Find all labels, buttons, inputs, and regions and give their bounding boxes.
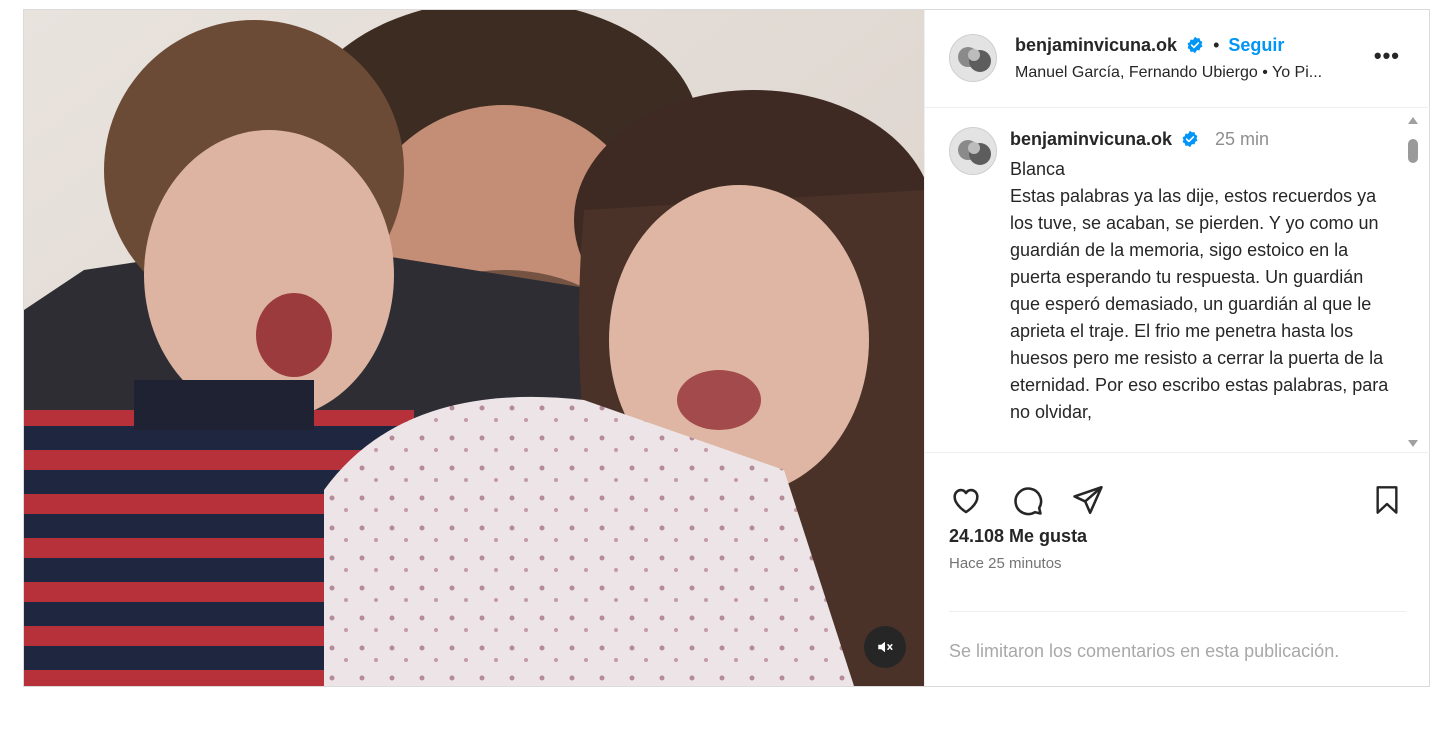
more-options-icon[interactable]: ••• — [1374, 45, 1400, 67]
verified-badge-icon — [1187, 36, 1203, 54]
caption-body: Blanca Estas palabras ya las dije, estos… — [1010, 156, 1390, 426]
send-icon[interactable] — [1071, 483, 1105, 517]
likes-count[interactable]: 24.108 Me gusta — [949, 526, 1087, 547]
avatar[interactable] — [949, 34, 997, 82]
caption-author-row: benjaminvicuna.ok 25 min — [1010, 129, 1269, 150]
comment-icon[interactable] — [1010, 483, 1044, 517]
post-video[interactable] — [24, 10, 924, 686]
caption-username-link[interactable]: benjaminvicuna.ok — [1010, 129, 1172, 149]
post-actions: 24.108 Me gusta Hace 25 minutos Se limit… — [925, 452, 1430, 686]
heart-icon[interactable] — [949, 483, 983, 517]
caption-scrollbar[interactable] — [1406, 117, 1420, 447]
instagram-post: benjaminvicuna.ok • Seguir Manuel García… — [23, 9, 1430, 687]
video-frame-image — [24, 10, 924, 686]
header-title-row: benjaminvicuna.ok • Seguir — [1015, 35, 1284, 56]
divider — [949, 611, 1406, 612]
avatar-image — [950, 128, 996, 174]
avatar-image — [950, 35, 996, 81]
post-header: benjaminvicuna.ok • Seguir Manuel García… — [925, 10, 1430, 108]
caption-title: Blanca — [1010, 159, 1066, 179]
post-timestamp[interactable]: Hace 25 minutos — [949, 555, 1062, 572]
scroll-up-arrow-icon[interactable] — [1408, 117, 1418, 124]
caption-text: Estas palabras ya las dije, estos recuer… — [1010, 186, 1389, 422]
scrollbar-thumb[interactable] — [1408, 139, 1418, 163]
speaker-muted-icon — [878, 641, 893, 653]
bookmark-icon[interactable] — [1371, 483, 1403, 517]
username-link[interactable]: benjaminvicuna.ok — [1015, 35, 1177, 55]
post-sidebar: benjaminvicuna.ok • Seguir Manuel García… — [924, 10, 1430, 686]
mute-button[interactable] — [864, 626, 906, 668]
scroll-down-arrow-icon[interactable] — [1408, 440, 1418, 447]
comments-limited-notice: Se limitaron los comentarios en esta pub… — [949, 641, 1340, 661]
caption-scroll-area[interactable]: benjaminvicuna.ok 25 min Blanca Estas pa… — [925, 109, 1430, 452]
audio-attribution[interactable]: Manuel García, Fernando Ubiergo • Yo Pi.… — [1015, 64, 1322, 82]
separator-dot: • — [1213, 35, 1220, 55]
verified-badge-icon — [1182, 130, 1197, 148]
caption-avatar[interactable] — [949, 127, 997, 175]
follow-button[interactable]: Seguir — [1228, 35, 1284, 55]
caption-timestamp[interactable]: 25 min — [1215, 129, 1269, 149]
